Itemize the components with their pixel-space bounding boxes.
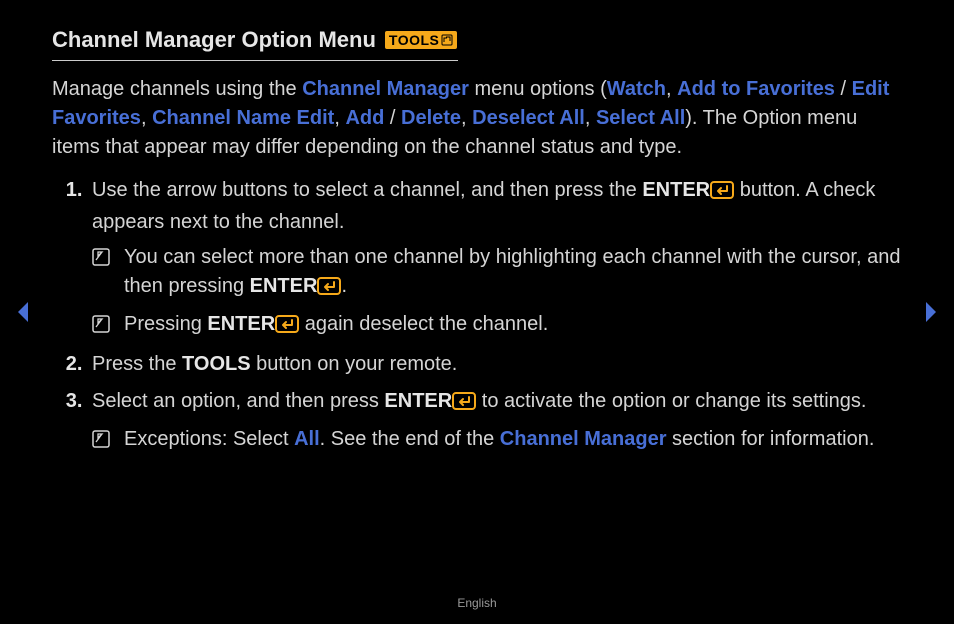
steps-list: Use the arrow buttons to select a channe… (52, 176, 902, 454)
hl-delete: Delete (401, 107, 461, 129)
manual-page: Channel Manager Option Menu TOOLS Manage… (0, 0, 954, 624)
note-1: You can select more than one channel by … (92, 243, 902, 304)
separator: , (585, 107, 596, 129)
intro-text: Manage channels using the (52, 78, 302, 100)
next-page-arrow[interactable] (922, 300, 940, 333)
enter-icon (452, 390, 476, 419)
enter-icon (317, 275, 341, 304)
title-row: Channel Manager Option Menu TOOLS (52, 24, 458, 61)
hl-all: All (294, 428, 320, 450)
note-icon (92, 313, 110, 342)
hl-channel-manager: Channel Manager (500, 428, 667, 450)
step-text: button on your remote. (251, 353, 458, 375)
note-2: Pressing ENTER again deselect the channe… (92, 310, 902, 342)
note-text: . See the end of the (320, 428, 500, 450)
tools-badge-label: TOOLS (389, 31, 439, 49)
separator: / (835, 78, 852, 100)
step-text: Press the (92, 353, 182, 375)
tools-label: TOOLS (182, 353, 251, 375)
hl-add: Add (345, 107, 384, 129)
intro-text: menu options ( (469, 78, 607, 100)
footer-language: English (0, 595, 954, 612)
note-text: section for information. (667, 428, 875, 450)
note-3: Exceptions: Select All. See the end of t… (92, 425, 902, 454)
step-text: to activate the option or change its set… (476, 390, 866, 412)
hl-add-to-favorites: Add to Favorites (677, 78, 835, 100)
step-3: Select an option, and then press ENTER t… (88, 387, 902, 454)
intro-paragraph: Manage channels using the Channel Manage… (52, 75, 902, 162)
hl-deselect-all: Deselect All (472, 107, 585, 129)
separator: , (666, 78, 677, 100)
enter-label: ENTER (384, 390, 452, 412)
separator: , (141, 107, 152, 129)
step-2: Press the TOOLS button on your remote. (88, 350, 902, 379)
separator: , (461, 107, 472, 129)
prev-page-arrow[interactable] (14, 300, 32, 333)
hl-watch: Watch (607, 78, 666, 100)
note-text: You can select more than one channel by … (124, 246, 900, 297)
hl-channel-manager: Channel Manager (302, 78, 469, 100)
note-icon (92, 428, 110, 457)
step-text: Use the arrow buttons to select a channe… (92, 179, 642, 201)
note-text: . (341, 275, 347, 297)
tools-badge: TOOLS (384, 30, 458, 50)
step-1: Use the arrow buttons to select a channe… (88, 176, 902, 342)
page-title: Channel Manager Option Menu (52, 24, 376, 56)
note-text: Pressing (124, 313, 207, 335)
hl-select-all: Select All (596, 107, 685, 129)
note-text: again deselect the channel. (299, 313, 548, 335)
enter-label: ENTER (642, 179, 710, 201)
enter-label: ENTER (207, 313, 275, 335)
note-text: Exceptions: Select (124, 428, 294, 450)
enter-icon (275, 313, 299, 342)
enter-label: ENTER (250, 275, 318, 297)
separator: , (334, 107, 345, 129)
note-icon (92, 246, 110, 275)
hl-channel-name-edit: Channel Name Edit (152, 107, 334, 129)
step-text: Select an option, and then press (92, 390, 384, 412)
separator: / (384, 107, 401, 129)
tools-badge-icon (441, 34, 453, 46)
enter-icon (710, 179, 734, 208)
